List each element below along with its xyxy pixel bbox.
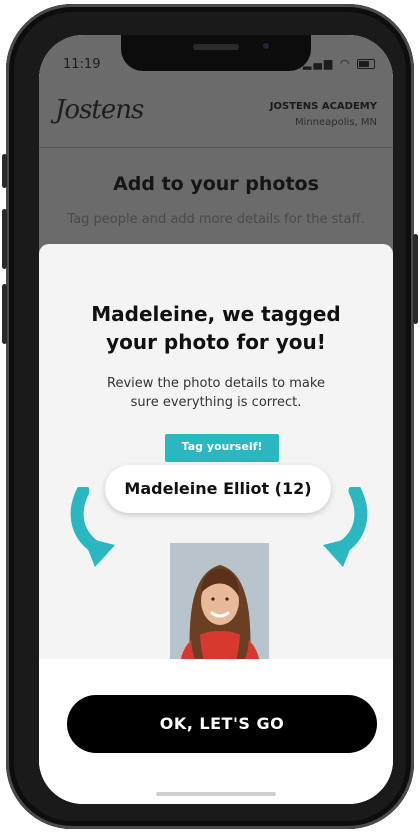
volume-up-button (2, 209, 7, 269)
modal-description: Review the photo details to make sure ev… (89, 374, 343, 412)
modal-description-line-2: sure everything is correct. (130, 395, 302, 410)
modal-title: Madeleine, we tagged your photo for you! (39, 300, 393, 356)
school-location: Minneapolis, MN (294, 117, 377, 128)
status-time: 11:19 (63, 57, 101, 72)
modal-title-line-2: your photo for you! (106, 330, 326, 354)
school-name: JOSTENS ACADEMY (269, 101, 377, 112)
tag-yourself-button[interactable]: Tag yourself! (165, 434, 279, 462)
ok-lets-go-label: OK, LET'S GO (159, 714, 285, 733)
speaker-grille (193, 44, 239, 50)
home-indicator[interactable] (156, 792, 276, 796)
header-divider (39, 147, 393, 148)
battery-icon (357, 59, 375, 69)
phone-frame: 11:19 ▂▄▆ ◠ Jostens JOSTENS ACADEMY Minn… (2, 4, 418, 829)
mute-switch (2, 154, 7, 188)
notch (121, 35, 311, 71)
tagged-name: Madeleine Elliot (12) (124, 479, 312, 498)
modal-description-line-1: Review the photo details to make (107, 376, 325, 391)
wifi-icon: ◠ (339, 57, 352, 70)
ok-lets-go-button[interactable]: OK, LET'S GO (67, 695, 377, 753)
tag-yourself-label: Tag yourself! (181, 440, 263, 453)
front-camera (261, 41, 271, 51)
student-photo[interactable] (170, 543, 269, 663)
tagged-name-pill[interactable]: Madeleine Elliot (12) (105, 465, 331, 513)
phone-screen: 11:19 ▂▄▆ ◠ Jostens JOSTENS ACADEMY Minn… (39, 35, 393, 804)
status-icons: ▂▄▆ ◠ (303, 57, 375, 70)
volume-down-button (2, 284, 7, 344)
portrait-image (170, 543, 269, 663)
page-subtitle: Tag people and add more details for the … (67, 212, 365, 227)
page-title: Add to your photos (113, 173, 319, 195)
jostens-logo[interactable]: Jostens (55, 95, 144, 125)
power-button (413, 234, 418, 324)
modal-title-line-1: Madeleine, we tagged (91, 302, 341, 326)
